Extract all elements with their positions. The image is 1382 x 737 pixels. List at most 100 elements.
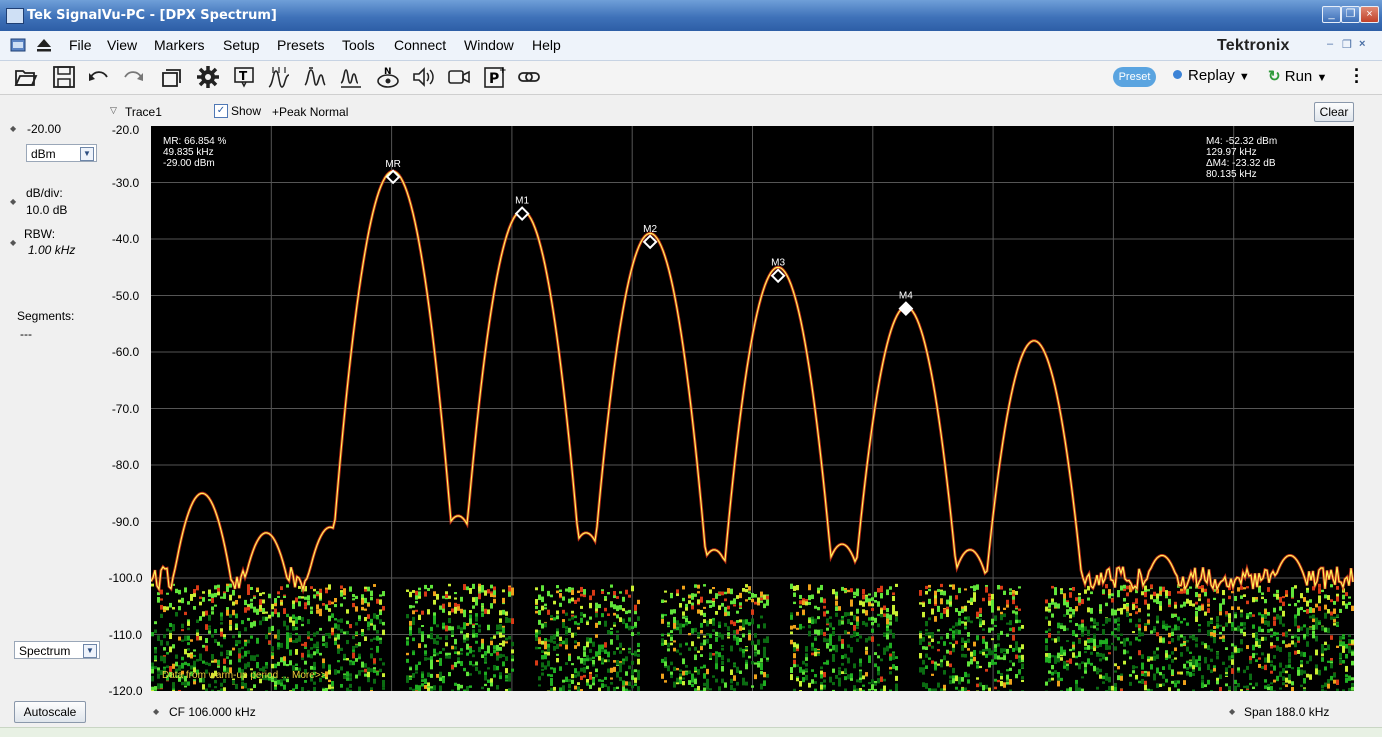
dpx-noise-pixel — [1147, 620, 1150, 624]
recorder-icon[interactable]: N — [376, 65, 400, 89]
eject-icon[interactable] — [36, 38, 52, 52]
dpx-noise-pixel — [1303, 670, 1306, 673]
dpx-noise-pixel — [580, 676, 583, 680]
dpx-noise-pixel — [670, 634, 673, 637]
dpx-noise-pixel — [586, 637, 589, 641]
link-icon[interactable] — [517, 65, 541, 89]
dpx-noise-pixel — [190, 639, 193, 641]
dpx-noise-pixel — [430, 585, 433, 589]
trace-select[interactable]: Trace1 — [125, 105, 162, 119]
save-icon[interactable] — [52, 65, 76, 89]
dpx-noise-pixel — [928, 657, 931, 659]
dpx-noise-pixel — [832, 654, 835, 657]
settings-gear-icon[interactable] — [196, 65, 220, 89]
dpx-noise-pixel — [448, 611, 451, 615]
dpx-noise-pixel — [1090, 591, 1093, 594]
spinner-icon[interactable]: ◆ — [1229, 707, 1235, 716]
mdi-minimize-button[interactable]: – — [1327, 38, 1333, 50]
menu-file[interactable]: File — [69, 37, 92, 53]
dpx-noise-pixel — [205, 688, 208, 691]
spinner-icon[interactable]: ◆ — [10, 197, 16, 206]
app-menu-icon[interactable] — [10, 37, 26, 53]
dpx-noise-pixel — [415, 601, 418, 603]
rbw-value[interactable]: 1.00 kHz — [28, 243, 75, 257]
dpx-noise-pixel — [1135, 637, 1138, 641]
more-options-icon[interactable]: ··· — [1354, 67, 1360, 85]
scale-value[interactable]: 10.0 dB — [26, 203, 67, 217]
clear-button[interactable]: Clear — [1314, 102, 1354, 122]
dpx-noise-pixel — [1048, 633, 1051, 638]
dpx-noise-pixel — [1210, 690, 1213, 691]
dpx-noise-pixel — [541, 672, 544, 675]
menu-setup[interactable]: Setup — [223, 37, 260, 53]
detector-label[interactable]: +Peak Normal — [272, 105, 348, 119]
mdi-restore-button[interactable]: ❐ — [1342, 38, 1352, 51]
preset-button[interactable]: Preset — [1113, 67, 1156, 87]
dpx-noise-pixel — [622, 648, 625, 650]
menu-tools[interactable]: Tools — [342, 37, 375, 53]
run-button[interactable]: ↻ Run ▼ — [1268, 67, 1327, 85]
dpx-noise-pixel — [184, 662, 187, 665]
dpx-noise-pixel — [379, 638, 382, 640]
dpx-noise-pixel — [574, 640, 577, 643]
spinner-icon[interactable]: ◆ — [10, 124, 16, 133]
redo-icon[interactable] — [121, 65, 145, 89]
mdi-close-button[interactable]: × — [1359, 38, 1365, 50]
dpx-noise-pixel — [661, 674, 664, 679]
dpx-noise-pixel — [1174, 683, 1177, 687]
close-button[interactable]: × — [1360, 6, 1379, 23]
dpx-noise-pixel — [592, 642, 595, 647]
dpx-noise-pixel — [1267, 621, 1270, 623]
dpx-noise-pixel — [973, 642, 976, 647]
windows-icon[interactable] — [160, 65, 184, 89]
dpx-noise-pixel — [1285, 594, 1288, 596]
markers-icon[interactable] — [267, 65, 291, 89]
dpx-noise-pixel — [1288, 604, 1291, 606]
dpx-noise-pixel — [235, 614, 238, 619]
trace-collapse-icon[interactable]: ▽ — [110, 105, 117, 116]
open-icon[interactable] — [14, 65, 38, 89]
menu-view[interactable]: View — [107, 37, 137, 53]
center-frequency[interactable]: CF 106.000 kHz — [169, 705, 256, 719]
spectrum-icon[interactable] — [339, 65, 363, 89]
dpx-noise-pixel — [1243, 686, 1246, 688]
dpx-noise-pixel — [211, 598, 214, 603]
dpx-noise-pixel — [568, 656, 571, 662]
dpx-noise-pixel — [307, 654, 310, 657]
menu-help[interactable]: Help — [532, 37, 561, 53]
dpx-noise-pixel — [346, 631, 349, 635]
dpx-noise-pixel — [682, 624, 685, 628]
warmup-message-link[interactable]: Data from warm-up period ... More>> — [162, 670, 327, 681]
dpx-noise-pixel — [709, 644, 712, 649]
menu-window[interactable]: Window — [464, 37, 514, 53]
show-checkbox[interactable]: ✓ — [214, 104, 228, 118]
span-value[interactable]: Span 188.0 kHz — [1244, 705, 1329, 719]
video-icon[interactable] — [447, 65, 471, 89]
menu-connect[interactable]: Connect — [394, 37, 446, 53]
dpx-noise-pixel — [823, 638, 826, 643]
dpx-noise-pixel — [685, 665, 688, 668]
maximize-button[interactable]: ❐ — [1341, 6, 1360, 23]
spectrum-plot[interactable]: MRM1M2M3M4 MR: 66.854 % 49.835 kHz -29.0… — [151, 126, 1354, 691]
dpx-noise-pixel — [760, 597, 763, 600]
spinner-icon[interactable]: ◆ — [10, 238, 16, 247]
dpx-noise-pixel — [460, 609, 463, 614]
menu-presets[interactable]: Presets — [277, 37, 324, 53]
peak-icon[interactable] — [303, 65, 327, 89]
spinner-icon[interactable]: ◆ — [153, 707, 159, 716]
dpx-noise-pixel — [979, 651, 982, 654]
audio-icon[interactable] — [411, 65, 435, 89]
dpx-noise-pixel — [874, 663, 877, 667]
preset-p-icon[interactable]: P+ — [483, 65, 507, 89]
ref-level-value[interactable]: -20.00 — [27, 122, 61, 136]
trace-icon[interactable]: T — [232, 65, 256, 89]
dpx-noise-pixel — [832, 627, 835, 630]
undo-icon[interactable] — [87, 65, 111, 89]
dpx-noise-pixel — [319, 609, 322, 614]
replay-button[interactable]: Replay ▼ — [1173, 67, 1250, 84]
units-select[interactable]: dBm▼ — [26, 144, 97, 162]
display-mode-select[interactable]: Spectrum▼ — [14, 641, 100, 659]
dpx-noise-pixel — [610, 602, 613, 608]
menu-markers[interactable]: Markers — [154, 37, 205, 53]
minimize-button[interactable]: _ — [1322, 6, 1341, 23]
